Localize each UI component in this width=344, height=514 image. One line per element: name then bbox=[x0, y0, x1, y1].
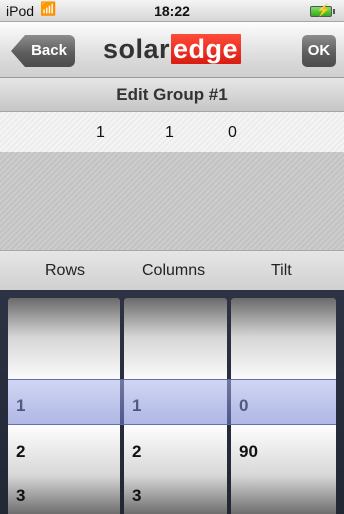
rows-option-2[interactable]: 2 bbox=[16, 442, 25, 462]
navigation-bar: Back solar edge OK bbox=[0, 22, 344, 78]
solaredge-logo: solar edge bbox=[0, 34, 344, 65]
picker-selection-indicator bbox=[8, 379, 336, 425]
columns-header: Columns bbox=[142, 262, 206, 279]
battery-icon: ⚡ bbox=[310, 3, 335, 17]
current-values-row: 1 1 0 bbox=[0, 112, 344, 152]
tilt-value: 0 bbox=[228, 124, 237, 141]
picker-headers: Rows Columns Tilt bbox=[0, 250, 344, 290]
columns-value: 1 bbox=[165, 124, 174, 141]
rows-header: Rows bbox=[45, 262, 86, 279]
tilt-option-90[interactable]: 90 bbox=[239, 442, 258, 462]
status-bar: iPod 📶 18:22 ⚡ bbox=[0, 0, 344, 22]
rows-value: 1 bbox=[96, 124, 105, 141]
page-title: Edit Group #1 bbox=[0, 78, 344, 112]
columns-option-3[interactable]: 3 bbox=[132, 486, 141, 506]
ok-button[interactable]: OK bbox=[302, 35, 336, 67]
background-pattern bbox=[0, 152, 344, 250]
columns-option-2[interactable]: 2 bbox=[132, 442, 141, 462]
clock: 18:22 bbox=[154, 3, 190, 19]
tilt-header: Tilt bbox=[271, 262, 292, 279]
logo-edge: edge bbox=[171, 34, 242, 64]
logo-solar: solar bbox=[102, 34, 170, 64]
rows-option-3[interactable]: 3 bbox=[16, 486, 25, 506]
